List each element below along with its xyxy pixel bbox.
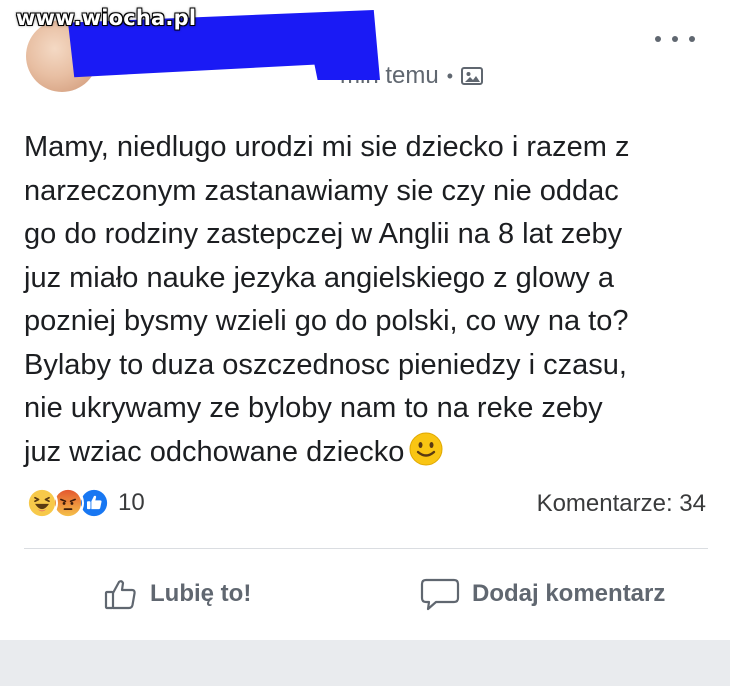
post-card: www.wiocha.pl min temu • Mamy, niedlugo …	[0, 0, 730, 640]
comments-count[interactable]: Komentarze: 34	[537, 490, 706, 518]
add-comment-button[interactable]: Dodaj komentarz	[420, 574, 665, 614]
slightly-smiling-face-emoji	[409, 432, 443, 465]
thumbs-up-icon	[104, 580, 136, 610]
like-label: Lubię to!	[150, 580, 252, 607]
watermark: www.wiocha.pl	[16, 6, 197, 30]
more-dot	[689, 36, 695, 42]
like-button[interactable]: Lubię to!	[104, 574, 251, 614]
meta-separator: •	[446, 65, 454, 86]
post-body-text: Mamy, niedlugo urodzi mi sie dziecko i r…	[24, 131, 630, 468]
more-options-icon[interactable]	[655, 34, 695, 44]
bottom-separator-bar	[0, 640, 730, 686]
comment-label: Dodaj komentarz	[472, 580, 666, 607]
photo-icon[interactable]	[461, 66, 484, 86]
reactions-summary[interactable]: 10	[26, 486, 145, 520]
more-dot	[655, 36, 661, 42]
divider	[24, 548, 708, 549]
more-dot	[672, 36, 678, 42]
post-body: Mamy, niedlugo urodzi mi sie dziecko i r…	[24, 126, 714, 474]
haha-reaction-icon	[26, 487, 58, 519]
comment-bubble-icon	[420, 578, 460, 611]
reaction-count: 10	[118, 489, 145, 516]
